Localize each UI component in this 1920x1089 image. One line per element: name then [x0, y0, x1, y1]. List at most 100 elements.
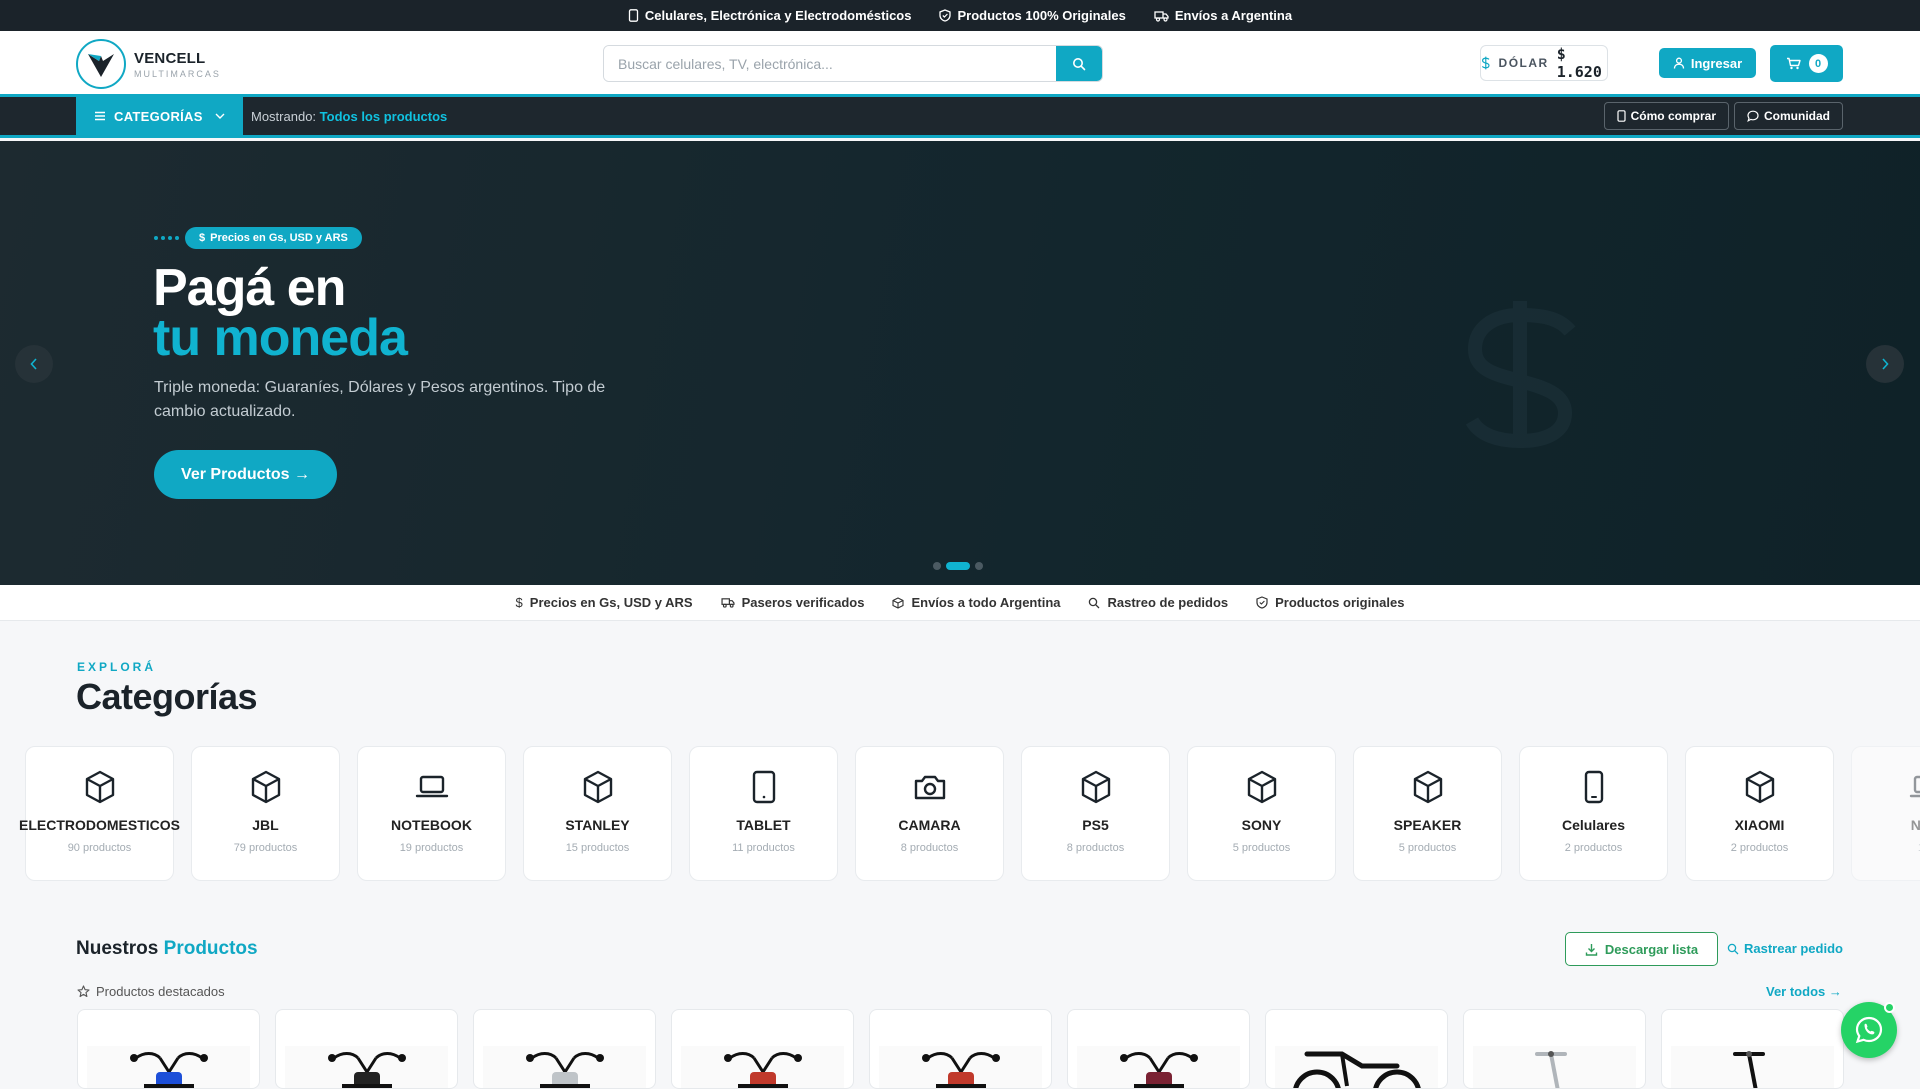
products-heading-main: Nuestros [76, 938, 158, 959]
category-card[interactable]: TABLET11 productos [689, 746, 838, 881]
product-card[interactable] [77, 1009, 260, 1089]
category-card[interactable]: PS58 productos [1021, 746, 1170, 881]
decorative-dots [154, 236, 179, 240]
box-icon [248, 769, 284, 805]
category-card[interactable]: SONY 5 productos [1187, 746, 1336, 881]
hero-badge-text: Precios en Gs, USD y ARS [210, 232, 348, 244]
product-card[interactable] [473, 1009, 656, 1089]
scooter-product-image [87, 1046, 250, 1089]
box-icon [82, 769, 118, 805]
laptop-icon [1908, 769, 1920, 805]
category-card[interactable]: XIAOMI2 productos [1685, 746, 1834, 881]
announcement-item: Celulares, Electrónica y Electrodoméstic… [628, 8, 912, 23]
view-products-button[interactable]: Ver Productos → [154, 450, 337, 499]
category-count: 5 productos [1233, 842, 1290, 854]
category-card[interactable]: ELECTRODOMESTICOS90 productos [25, 746, 174, 881]
category-name: JBL [252, 817, 278, 833]
current-filter-value[interactable]: Todos los productos [320, 109, 448, 124]
camera-icon [912, 769, 948, 805]
main-navbar: CATEGORÍAS Mostrando: Todos los producto… [0, 97, 1920, 138]
carousel-dot[interactable] [975, 562, 983, 570]
box-icon [1078, 769, 1114, 805]
category-card[interactable]: JBL 79 productos [191, 746, 340, 881]
announcement-bar: Celulares, Electrónica y Electrodoméstic… [0, 0, 1920, 31]
ebike-product-image [1275, 1046, 1438, 1089]
download-icon [1585, 943, 1598, 956]
login-button[interactable]: Ingresar [1659, 48, 1756, 78]
kickscooter-product-image [1473, 1046, 1636, 1089]
product-card[interactable] [869, 1009, 1052, 1089]
see-all-link[interactable]: Ver todos → [1766, 984, 1842, 999]
feature-text: Precios en Gs, USD y ARS [530, 595, 693, 610]
whatsapp-button[interactable] [1841, 1002, 1897, 1058]
announcement-text: Celulares, Electrónica y Electrodoméstic… [645, 8, 912, 23]
site-header: VENCELL MULTIMARCAS DÓLAR $ 1.620 Ingres… [0, 31, 1920, 97]
product-card[interactable] [671, 1009, 854, 1089]
carousel-dot[interactable] [933, 562, 941, 570]
scooter-product-image [681, 1046, 844, 1089]
category-card[interactable]: CAMARA8 productos [855, 746, 1004, 881]
how-to-buy-button[interactable]: Cómo comprar [1604, 102, 1729, 130]
category-card[interactable]: NOTEBOOK19 productos [357, 746, 506, 881]
product-card[interactable] [1067, 1009, 1250, 1089]
box-icon [1244, 769, 1280, 805]
cart-icon [1786, 57, 1801, 70]
login-label: Ingresar [1691, 56, 1742, 71]
carousel-next-button[interactable] [1866, 345, 1904, 383]
category-card[interactable]: SPEAKER5 productos [1353, 746, 1502, 881]
current-filter: Mostrando: Todos los productos [251, 109, 447, 124]
feature-item: Paseros verificados [721, 595, 865, 610]
feature-text: Productos originales [1275, 595, 1404, 610]
tablet-icon [746, 769, 782, 805]
user-icon [1673, 57, 1685, 69]
carousel-prev-button[interactable] [15, 345, 53, 383]
category-name: STANLEY [565, 817, 629, 833]
featured-text: Productos destacados [96, 984, 225, 999]
whatsapp-icon [1854, 1015, 1884, 1045]
category-card[interactable]: STANLEY15 productos [523, 746, 672, 881]
product-card[interactable] [1661, 1009, 1844, 1089]
category-name: NOTEBOOK [391, 817, 472, 833]
carousel-dot[interactable] [946, 562, 970, 570]
truck-icon [1154, 10, 1169, 22]
chevron-down-icon [215, 113, 225, 119]
category-card[interactable]: NOT1 p [1851, 746, 1920, 881]
category-count: 79 productos [234, 842, 298, 854]
community-label: Comunidad [1764, 109, 1830, 123]
category-count: 5 productos [1399, 842, 1456, 854]
section-eyebrow: EXPLORÁ [77, 660, 156, 674]
product-card[interactable] [275, 1009, 458, 1089]
category-name: SONY [1242, 817, 1282, 833]
announcement-text: Productos 100% Originales [957, 8, 1125, 23]
hero-title-line2: tu moneda [153, 313, 407, 363]
scooter-product-image [1077, 1046, 1240, 1089]
community-button[interactable]: Comunidad [1734, 102, 1843, 130]
product-card[interactable] [1265, 1009, 1448, 1089]
hero-carousel: $ Precios en Gs, USD y ARS Pagá en tu mo… [0, 141, 1920, 585]
feature-item: Rastreo de pedidos [1088, 595, 1228, 610]
features-strip: $ Precios en Gs, USD y ARS Paseros verif… [0, 585, 1920, 621]
category-name: NOT [1911, 817, 1920, 833]
brand-logo[interactable]: VENCELL MULTIMARCAS [76, 39, 221, 89]
cart-button[interactable]: 0 [1770, 45, 1843, 82]
box-icon [580, 769, 616, 805]
scooter-product-image [879, 1046, 1042, 1089]
scooter-product-image [483, 1046, 646, 1089]
hero-badge-row: $ Precios en Gs, USD y ARS [154, 227, 362, 249]
search-input[interactable] [604, 46, 1056, 81]
category-name: CAMARA [898, 817, 960, 833]
category-card[interactable]: Celulares2 productos [1519, 746, 1668, 881]
dollar-icon [1481, 54, 1491, 72]
categories-menu-button[interactable]: CATEGORÍAS [76, 97, 243, 135]
search-button[interactable] [1056, 46, 1102, 81]
feature-text: Paseros verificados [742, 595, 865, 610]
search-icon [1727, 943, 1739, 955]
hero-badge: $ Precios en Gs, USD y ARS [185, 227, 362, 249]
download-list-button[interactable]: Descargar lista [1565, 932, 1718, 966]
track-order-link[interactable]: Rastrear pedido [1727, 941, 1843, 956]
chevron-left-icon [30, 358, 38, 370]
scooter-product-image [285, 1046, 448, 1089]
product-card[interactable] [1463, 1009, 1646, 1089]
package-icon [892, 597, 904, 609]
cart-count-badge: 0 [1809, 54, 1828, 73]
